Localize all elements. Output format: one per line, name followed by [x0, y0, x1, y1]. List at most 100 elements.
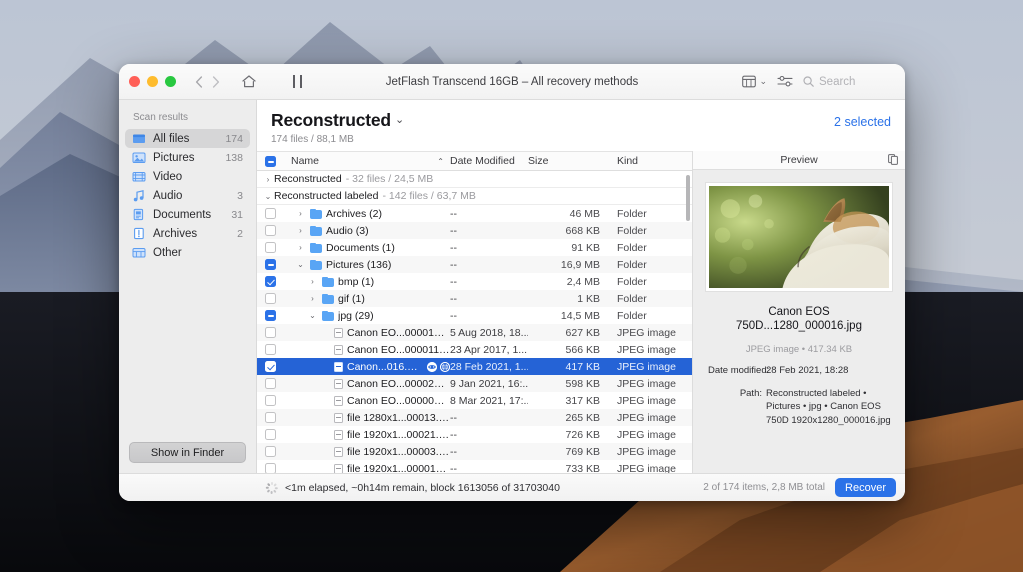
table-row[interactable]: Canon EO...000025.jpg 9 Jan 2021, 16:... 5…: [257, 375, 692, 392]
main-header: Reconstructed ⌄ 174 files / 88,1 MB 2 sel…: [257, 100, 905, 151]
table-row[interactable]: file 1920x1...00003.jpg -- 769 KB JPEG imag…: [257, 443, 692, 460]
row-twisty-icon[interactable]: ⌄: [307, 311, 318, 320]
checkbox-unchecked-icon: [264, 429, 276, 440]
checkbox-mixed-icon: [264, 155, 276, 167]
table-row[interactable]: › Archives (2) -- 46 MB Folder: [257, 205, 692, 222]
row-checkbox[interactable]: [257, 225, 283, 236]
row-checkbox[interactable]: [257, 361, 283, 372]
row-twisty-icon[interactable]: ⌄: [295, 260, 306, 269]
sidebar-item-pictures[interactable]: Pictures 138: [125, 148, 250, 167]
row-checkbox[interactable]: [257, 429, 283, 440]
vertical-scrollbar[interactable]: [686, 175, 690, 221]
row-checkbox[interactable]: [257, 259, 283, 270]
table-row[interactable]: file 1280x1...00013.jpg -- 265 KB JPEG imag…: [257, 409, 692, 426]
row-checkbox[interactable]: [257, 293, 283, 304]
row-kind: JPEG image: [617, 343, 676, 356]
checkbox-unchecked-icon: [264, 327, 276, 338]
selected-count-label[interactable]: 2 selected: [834, 110, 891, 129]
show-in-finder-button[interactable]: Show in Finder: [129, 442, 246, 463]
all-files-icon: [132, 132, 146, 145]
group-row[interactable]: ⌄ Reconstructed labeled - 142 files / 63,7…: [257, 188, 692, 205]
group-row[interactable]: › Reconstructed - 32 files / 24,5 MB: [257, 171, 692, 188]
view-mode-button[interactable]: ⌄: [742, 75, 767, 88]
row-checkbox[interactable]: [257, 208, 283, 219]
documents-icon: [133, 208, 144, 221]
table-row[interactable]: ⌄ jpg (29) -- 14,5 MB Folder: [257, 307, 692, 324]
column-header-size[interactable]: Size: [528, 155, 608, 167]
group-twisty-icon[interactable]: ⌄: [262, 192, 274, 201]
group-name: Reconstructed labeled: [274, 190, 379, 202]
row-checkbox[interactable]: [257, 395, 283, 406]
table-row[interactable]: Canon...016.jpg 28 Feb 2021, 1... 417 KB JP…: [257, 358, 692, 375]
row-checkbox[interactable]: [257, 242, 283, 253]
row-checkbox[interactable]: [257, 310, 283, 321]
sidebar-item-all-files[interactable]: All files 174: [125, 129, 250, 148]
filter-button[interactable]: [777, 75, 793, 88]
window-body: Scan results All files 174 Pictures 138 Vide…: [119, 100, 905, 473]
minimize-button[interactable]: [147, 76, 158, 87]
close-button[interactable]: [129, 76, 140, 87]
sidebar-item-documents[interactable]: Documents 31: [125, 205, 250, 224]
row-twisty-icon[interactable]: ›: [307, 294, 318, 303]
status-bar: <1m elapsed, ~0h14m remain, block 161305…: [119, 473, 905, 501]
back-button[interactable]: [190, 72, 207, 92]
table-row[interactable]: › bmp (1) -- 2,4 MB Folder: [257, 273, 692, 290]
row-twisty-icon[interactable]: ›: [295, 243, 306, 252]
row-twisty-icon[interactable]: ›: [295, 209, 306, 218]
globe-badge[interactable]: [440, 361, 450, 372]
sidebar-item-label: Audio: [153, 189, 183, 202]
preview-image-frame[interactable]: [706, 183, 892, 291]
sidebar-item-count: 3: [237, 189, 243, 202]
eye-badge[interactable]: [427, 361, 437, 372]
sidebar-item-other[interactable]: Other: [125, 243, 250, 262]
table-row[interactable]: › Audio (3) -- 668 KB Folder: [257, 222, 692, 239]
pause-scan-button[interactable]: [284, 75, 310, 88]
row-twisty-icon[interactable]: ›: [295, 226, 306, 235]
group-twisty-icon[interactable]: ›: [262, 175, 274, 184]
recover-button[interactable]: Recover: [835, 478, 896, 497]
forward-button[interactable]: [207, 72, 224, 92]
detach-preview-icon[interactable]: [888, 154, 898, 168]
preview-date-value: 28 Feb 2021, 18:28: [766, 364, 849, 376]
table-row[interactable]: › gif (1) -- 1 KB Folder: [257, 290, 692, 307]
table-row[interactable]: file 1920x1...00021.jpg -- 726 KB JPEG imag…: [257, 426, 692, 443]
row-name-cell: file 1280x1...00013.jpg: [283, 412, 450, 424]
row-kind: Folder: [617, 275, 647, 288]
row-checkbox[interactable]: [257, 378, 283, 389]
row-checkbox[interactable]: [257, 446, 283, 457]
row-checkbox[interactable]: [257, 276, 283, 287]
table-row[interactable]: › Documents (1) -- 91 KB Folder: [257, 239, 692, 256]
sidebar-item-label: Other: [153, 246, 182, 259]
table-row[interactable]: Canon EO...000011.jpg 23 Apr 2017, 1... 56…: [257, 341, 692, 358]
home-button[interactable]: [236, 75, 262, 88]
search-input[interactable]: Search: [803, 76, 895, 88]
table-row[interactable]: ⌄ Pictures (136) -- 16,9 MB Folder: [257, 256, 692, 273]
column-header-date[interactable]: Date Modified: [450, 155, 528, 167]
audio-icon: [133, 190, 144, 202]
row-checkbox[interactable]: [257, 327, 283, 338]
row-size: 733 KB: [565, 462, 600, 474]
row-checkbox[interactable]: [257, 463, 283, 473]
column-header-kind[interactable]: Kind: [608, 155, 692, 167]
main-panel: Reconstructed ⌄ 174 files / 88,1 MB 2 sel…: [257, 100, 905, 473]
sidebar-item-video[interactable]: Video: [125, 167, 250, 186]
row-filename: gif (1): [338, 292, 365, 305]
column-header-name[interactable]: Name ⌃: [283, 155, 450, 167]
page-title-chevron-icon[interactable]: ⌄: [395, 114, 404, 126]
row-twisty-icon[interactable]: ›: [307, 277, 318, 286]
preview-body: Canon EOS 750D...1280_000016.jpg JPEG im…: [693, 170, 905, 473]
checkbox-unchecked-icon: [264, 225, 276, 236]
row-checkbox[interactable]: [257, 344, 283, 355]
row-name-cell: file 1920x1...00021.jpg: [283, 429, 450, 441]
checkbox-checked-icon: [264, 276, 276, 287]
table-row[interactable]: Canon EO...000004.jpg 8 Mar 2021, 17:... 3…: [257, 392, 692, 409]
row-filename: file 1920x1...00021.jpg: [347, 428, 450, 441]
page-title-row: Reconstructed ⌄: [271, 110, 404, 131]
select-all-checkbox[interactable]: [257, 155, 283, 167]
table-row[interactable]: Canon EO...000015.jpg 5 Aug 2018, 18... 62…: [257, 324, 692, 341]
table-row[interactable]: file 1920x1...000017.jpg -- 733 KB JPEG ima…: [257, 460, 692, 473]
row-checkbox[interactable]: [257, 412, 283, 423]
sidebar-item-audio[interactable]: Audio 3: [125, 186, 250, 205]
zoom-button[interactable]: [165, 76, 176, 87]
sidebar-item-archives[interactable]: Archives 2: [125, 224, 250, 243]
